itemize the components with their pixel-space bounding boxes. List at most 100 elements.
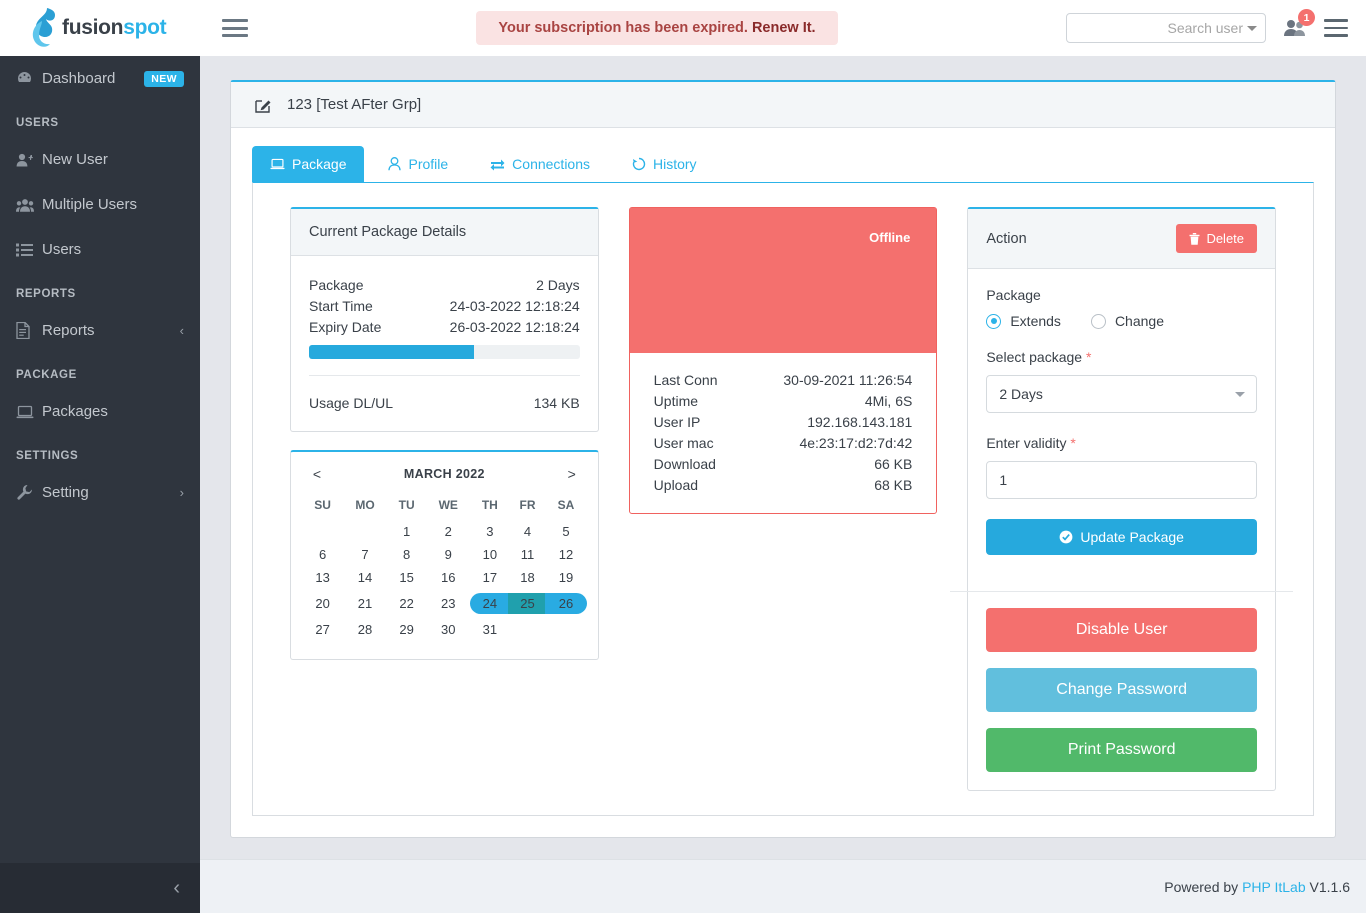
action-heading: Action xyxy=(986,230,1027,247)
radio-change[interactable]: Change xyxy=(1090,313,1164,329)
detail-row: Package 2 Days xyxy=(309,274,580,295)
calendar-day[interactable]: 25 xyxy=(507,589,548,618)
calendar-day[interactable]: 1 xyxy=(388,520,426,543)
disable-user-button[interactable]: Disable User xyxy=(986,608,1258,652)
calendar-day[interactable]: 22 xyxy=(388,589,426,618)
detail-value: 66 KB xyxy=(874,455,913,472)
radio-extends[interactable]: Extends xyxy=(986,313,1061,329)
sidebar-item-users[interactable]: Users xyxy=(0,227,200,272)
search-user-select[interactable]: Search user xyxy=(1066,13,1266,43)
sidebar-scroll: Dashboard NEW USERS New User Multiple Us… xyxy=(0,56,200,863)
package-panel: Current Package Details Package 2 Days S… xyxy=(252,182,1314,816)
footer-version: V1.1.6 xyxy=(1309,878,1350,895)
calendar-day[interactable]: 6 xyxy=(303,543,342,566)
calendar-day[interactable]: 15 xyxy=(388,566,426,589)
sidebar-item-dashboard[interactable]: Dashboard NEW xyxy=(0,56,200,101)
calendar-day[interactable]: 20 xyxy=(303,589,342,618)
calendar-weekday: MO xyxy=(355,498,375,512)
users-notification-button[interactable]: 1 xyxy=(1282,9,1315,41)
calendar-week-row: 12345 xyxy=(303,520,586,543)
action-card: Action Delete Package Extends Change Sel… xyxy=(950,207,1294,791)
calendar-day[interactable]: 3 xyxy=(471,520,509,543)
divider xyxy=(309,375,580,376)
calendar-day[interactable]: 18 xyxy=(509,566,547,589)
calendar-day[interactable]: 28 xyxy=(342,618,388,641)
radio-change-dot[interactable] xyxy=(1090,313,1106,329)
calendar-day[interactable]: 23 xyxy=(425,589,471,618)
sidebar-section-users: USERS xyxy=(16,117,59,129)
tab-label: Profile xyxy=(408,156,449,172)
calendar-empty-cell xyxy=(342,520,388,543)
tab-label: Connections xyxy=(512,156,590,172)
calendar-day[interactable]: 31 xyxy=(471,618,509,641)
sidebar-section-settings: SETTINGS xyxy=(16,450,79,462)
calendar-body: 1 2 3 4 5 6 7 8 9 10 11 12 13 14 15 16 17 18 19 20 21 22 23 24 2… xyxy=(303,520,587,641)
detail-value: 68 KB xyxy=(874,476,913,493)
usage-key: Usage DL/UL xyxy=(309,394,394,411)
alert-message: Your subscription has been expired. xyxy=(498,20,748,36)
calendar-day[interactable]: 14 xyxy=(342,566,388,589)
calendar-day[interactable]: 10 xyxy=(471,543,509,566)
sidebar-item-reports[interactable]: Reports ‹ xyxy=(0,308,200,353)
calendar-day[interactable]: 16 xyxy=(425,566,471,589)
calendar-day[interactable]: 11 xyxy=(509,543,547,566)
calendar-next-button[interactable]: > xyxy=(562,466,582,482)
calendar-day[interactable]: 24 xyxy=(470,589,510,618)
chevron-right-icon: › xyxy=(179,485,184,500)
sidebar-item-label: Packages xyxy=(42,403,108,420)
edit-icon[interactable] xyxy=(255,97,271,113)
footer-company-link[interactable]: PHP ItLab xyxy=(1242,879,1306,895)
search-input[interactable]: Search user xyxy=(1077,20,1243,36)
status-badge: Offline xyxy=(869,230,911,245)
calendar-day[interactable]: 9 xyxy=(425,543,471,566)
card-header: 123 [Test AFter Grp] xyxy=(231,82,1335,128)
sidebar-item-new-user[interactable]: New User xyxy=(0,137,200,182)
calendar-day[interactable]: 19 xyxy=(546,566,585,589)
detail-value: 24-03-2022 12:18:24 xyxy=(449,297,580,314)
sidebar-toggle-button[interactable] xyxy=(222,17,248,39)
current-package-body: Package 2 Days Start Time 24-03-2022 12:… xyxy=(291,256,598,431)
calendar-empty-cell xyxy=(546,618,585,641)
top-menu-button[interactable] xyxy=(1324,19,1348,37)
calendar-day[interactable]: 12 xyxy=(546,543,585,566)
calendar-day[interactable]: 7 xyxy=(342,543,388,566)
tab-profile[interactable]: Profile xyxy=(370,146,466,182)
brand-logo[interactable]: fusionspot xyxy=(0,0,200,56)
update-package-button[interactable]: Update Package xyxy=(986,519,1258,555)
action-body: Package Extends Change Select package * … xyxy=(968,269,1275,573)
print-password-button[interactable]: Print Password xyxy=(986,728,1258,772)
tab-connections[interactable]: Connections xyxy=(472,146,608,182)
sidebar-collapse-button[interactable]: ‹ xyxy=(0,863,200,913)
calendar-day[interactable]: 27 xyxy=(303,618,342,641)
calendar-weekday: WE xyxy=(438,498,458,512)
validity-input[interactable] xyxy=(986,461,1258,499)
radio-extends-dot[interactable] xyxy=(986,313,1002,329)
calendar-prev-button[interactable]: < xyxy=(307,466,327,482)
tab-history[interactable]: History xyxy=(614,146,715,182)
tab-package[interactable]: Package xyxy=(252,146,365,182)
detail-key: User mac xyxy=(653,434,714,451)
renew-link[interactable]: Renew It. xyxy=(752,20,816,36)
calendar-day[interactable]: 29 xyxy=(388,618,426,641)
detail-value: 4Mi, 6S xyxy=(864,392,913,409)
calendar-day[interactable]: 4 xyxy=(509,520,547,543)
delete-label: Delete xyxy=(1206,231,1245,246)
sidebar-item-packages[interactable]: Packages xyxy=(0,389,200,434)
calendar-day[interactable]: 17 xyxy=(471,566,509,589)
detail-key: Uptime xyxy=(653,392,699,409)
detail-key: Download xyxy=(653,455,716,472)
calendar-day[interactable]: 2 xyxy=(425,520,471,543)
change-password-button[interactable]: Change Password xyxy=(986,668,1258,712)
calendar-day[interactable]: 13 xyxy=(303,566,342,589)
select-package-dropdown[interactable]: 2 Days xyxy=(986,375,1258,413)
delete-button[interactable]: Delete xyxy=(1176,224,1258,253)
calendar-day[interactable]: 26 xyxy=(545,589,587,618)
sidebar-item-setting[interactable]: Setting › xyxy=(0,470,200,515)
calendar-day[interactable]: 21 xyxy=(342,589,388,618)
detail-row: Upload 68 KB xyxy=(654,474,913,495)
calendar-day[interactable]: 5 xyxy=(546,520,585,543)
detail-row: Start Time 24-03-2022 12:18:24 xyxy=(309,295,580,316)
calendar-day[interactable]: 8 xyxy=(388,543,426,566)
calendar-day[interactable]: 30 xyxy=(425,618,471,641)
sidebar-item-multiple-users[interactable]: Multiple Users xyxy=(0,182,200,227)
